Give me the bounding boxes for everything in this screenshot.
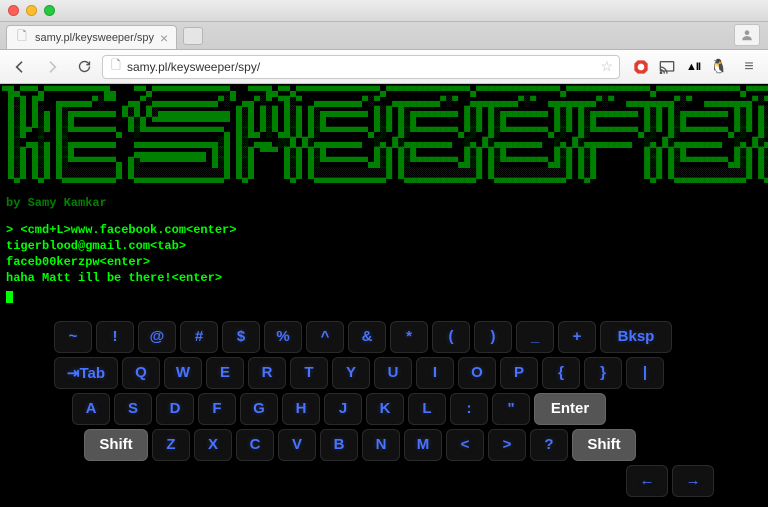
window-titlebar <box>0 0 768 22</box>
key[interactable]: " <box>492 393 530 425</box>
key[interactable]: G <box>240 393 278 425</box>
key[interactable]: V <box>278 429 316 461</box>
virtual-keyboard: ~ ! @ # $ % ^ & * ( ) _ + Bksp ⇥Tab Q W … <box>54 321 714 497</box>
bookmark-star-icon[interactable]: ☆ <box>600 58 613 75</box>
key[interactable]: D <box>156 393 194 425</box>
key[interactable]: @ <box>138 321 176 353</box>
key[interactable]: } <box>584 357 622 389</box>
page-icon: 🗋 <box>109 56 123 77</box>
tab-strip: 🗋 samy.pl/keysweeper/spy × <box>0 22 768 50</box>
key[interactable]: < <box>446 429 484 461</box>
keyboard-row-3: A S D F G H J K L : " Enter <box>72 393 714 425</box>
key[interactable]: P <box>500 357 538 389</box>
key[interactable]: { <box>542 357 580 389</box>
key[interactable]: Z <box>152 429 190 461</box>
extension-icons: ▲II 🐧 <box>624 58 732 76</box>
key[interactable]: C <box>236 429 274 461</box>
tab-title: samy.pl/keysweeper/spy <box>35 32 154 44</box>
key[interactable]: W <box>164 357 202 389</box>
key[interactable]: N <box>362 429 400 461</box>
keyboard-row-4: Shift Z X C V B N M < > ? Shift <box>84 429 714 461</box>
log-line: haha Matt ill be there!<enter> <box>6 270 762 286</box>
key[interactable]: J <box>324 393 362 425</box>
key[interactable]: ~ <box>54 321 92 353</box>
new-tab-button[interactable] <box>183 27 203 45</box>
zoom-window-button[interactable] <box>44 5 55 16</box>
log-line: tigerblood@gmail.com<tab> <box>6 238 762 254</box>
key[interactable]: Q <box>122 357 160 389</box>
url-text: samy.pl/keysweeper/spy/ <box>127 60 596 74</box>
key[interactable]: O <box>458 357 496 389</box>
key[interactable]: % <box>264 321 302 353</box>
key-shift-left[interactable]: Shift <box>84 429 148 461</box>
key[interactable]: ! <box>96 321 134 353</box>
key-arrow-right[interactable]: → <box>672 465 714 497</box>
key[interactable]: A <box>72 393 110 425</box>
key[interactable]: ^ <box>306 321 344 353</box>
page-favicon-icon: 🗋 <box>15 31 29 45</box>
terminal-cursor <box>6 291 13 303</box>
address-bar[interactable]: 🗋 samy.pl/keysweeper/spy/ ☆ <box>102 55 620 79</box>
key[interactable]: H <box>282 393 320 425</box>
back-button[interactable] <box>6 54 34 80</box>
cast-icon[interactable] <box>658 58 676 76</box>
adblock-icon[interactable] <box>632 58 650 76</box>
key-enter[interactable]: Enter <box>534 393 606 425</box>
key[interactable]: | <box>626 357 664 389</box>
key[interactable]: S <box>114 393 152 425</box>
key[interactable]: $ <box>222 321 260 353</box>
log-line: faceb00kerzpw<enter> <box>6 254 762 270</box>
key[interactable]: U <box>374 357 412 389</box>
key[interactable]: & <box>348 321 386 353</box>
extension-icon-penguin[interactable]: 🐧 <box>710 58 728 76</box>
key[interactable]: ( <box>432 321 470 353</box>
key[interactable]: * <box>390 321 428 353</box>
key[interactable]: : <box>450 393 488 425</box>
page-content: ▀█▄▀▀▀▄▀▀▀▀▀▀▀▀▀▀█▄ ▀▀▄▀▀▀▀▀▀▀▀▀▀▀▀▀▄ ▀▀… <box>0 84 768 507</box>
tab-close-icon[interactable]: × <box>160 31 168 45</box>
close-window-button[interactable] <box>8 5 19 16</box>
key[interactable]: X <box>194 429 232 461</box>
keyboard-row-2: ⇥Tab Q W E R T Y U I O P { } | <box>54 357 714 389</box>
key[interactable]: I <box>416 357 454 389</box>
keyboard-row-5: ← → <box>54 465 714 497</box>
key[interactable]: F <box>198 393 236 425</box>
extension-icon-bars[interactable]: ▲II <box>684 58 702 76</box>
key[interactable]: Y <box>332 357 370 389</box>
byline: by Samy Kamkar <box>6 196 762 210</box>
key[interactable]: + <box>558 321 596 353</box>
keyboard-row-1: ~ ! @ # $ % ^ & * ( ) _ + Bksp <box>54 321 714 353</box>
keystroke-log: > <cmd+L>www.facebook.com<enter> tigerbl… <box>6 222 762 303</box>
browser-tab[interactable]: 🗋 samy.pl/keysweeper/spy × <box>6 25 177 49</box>
key-backspace[interactable]: Bksp <box>600 321 672 353</box>
key[interactable]: B <box>320 429 358 461</box>
ascii-logo: ▀█▄▀▀▀▄▀▀▀▀▀▀▀▀▀▀█▄ ▀▀▄▀▀▀▀▀▀▀▀▀▀▀▀▀▄ ▀▀… <box>2 88 766 190</box>
reload-button[interactable] <box>70 54 98 80</box>
menu-button[interactable]: ≡ <box>736 54 762 80</box>
key[interactable]: ? <box>530 429 568 461</box>
minimize-window-button[interactable] <box>26 5 37 16</box>
key[interactable]: # <box>180 321 218 353</box>
browser-toolbar: 🗋 samy.pl/keysweeper/spy/ ☆ ▲II 🐧 ≡ <box>0 50 768 84</box>
key[interactable]: T <box>290 357 328 389</box>
log-line: > <cmd+L>www.facebook.com<enter> <box>6 222 762 238</box>
traffic-lights <box>8 5 55 16</box>
profile-avatar-button[interactable] <box>734 24 760 46</box>
key[interactable]: > <box>488 429 526 461</box>
key[interactable]: K <box>366 393 404 425</box>
key-tab[interactable]: ⇥Tab <box>54 357 118 389</box>
forward-button[interactable] <box>38 54 66 80</box>
key-shift-right[interactable]: Shift <box>572 429 636 461</box>
key[interactable]: M <box>404 429 442 461</box>
key[interactable]: E <box>206 357 244 389</box>
key[interactable]: R <box>248 357 286 389</box>
avatar-icon <box>740 28 754 42</box>
key[interactable]: L <box>408 393 446 425</box>
key[interactable]: ) <box>474 321 512 353</box>
key[interactable]: _ <box>516 321 554 353</box>
key-arrow-left[interactable]: ← <box>626 465 668 497</box>
